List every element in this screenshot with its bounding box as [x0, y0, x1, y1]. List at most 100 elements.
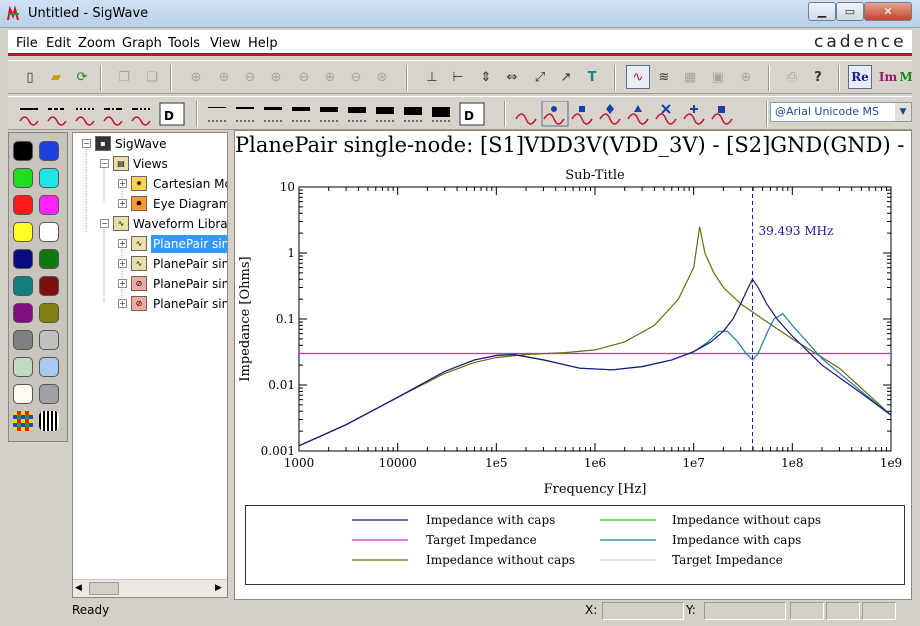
copy-icon[interactable]: ❐ — [112, 65, 136, 89]
zoom-y-icon[interactable]: ⊖ — [292, 65, 316, 89]
chevron-down-icon[interactable]: ▼ — [895, 103, 911, 121]
status-field — [862, 602, 896, 620]
color-swatch[interactable] — [39, 249, 59, 269]
color-swatch[interactable] — [39, 303, 59, 323]
menu-tools[interactable]: Tools — [168, 36, 200, 51]
color-swatch[interactable] — [13, 168, 33, 188]
paste-icon[interactable]: ❏ — [140, 65, 164, 89]
waveform-view-icon[interactable]: ∿ — [626, 65, 650, 89]
cadence-logo: cadence — [814, 32, 907, 52]
zoom-fit-icon[interactable]: ⊕ — [184, 65, 208, 89]
font-selector[interactable]: @Arial Unicode MS ▼ — [770, 102, 912, 122]
tree-waveform-item[interactable]: PlanePair sing — [153, 275, 227, 293]
menu-edit[interactable]: Edit — [46, 36, 71, 51]
menu-bar: File Edit Zoom Graph Tools View Help cad… — [8, 30, 912, 56]
menu-help[interactable]: Help — [248, 36, 278, 51]
tree-horizontal-scrollbar[interactable]: ◀ ▶ — [73, 579, 227, 597]
collapse-root-icon[interactable]: − — [82, 139, 91, 148]
custom-colors-icon[interactable] — [39, 411, 59, 431]
text-tool-button[interactable]: T — [580, 65, 604, 89]
more-colors-icon[interactable] — [13, 411, 33, 431]
color-swatch[interactable] — [13, 141, 33, 161]
tree-eye-diagram[interactable]: Eye Diagram — [153, 195, 227, 213]
tree-root[interactable]: SigWave — [115, 135, 167, 153]
waveform-icon: ∿ — [131, 256, 147, 271]
collapse-library-icon[interactable]: − — [100, 219, 109, 228]
tree-views[interactable]: Views — [133, 155, 168, 173]
scroll-left-icon[interactable]: ◀ — [75, 583, 82, 593]
color-swatch[interactable] — [39, 195, 59, 215]
color-swatch[interactable] — [39, 222, 59, 242]
color-swatch[interactable] — [39, 357, 59, 377]
collapse-views-icon[interactable]: − — [100, 159, 109, 168]
marker-style-icons[interactable] — [512, 101, 742, 127]
zoom-in-icon[interactable]: ⊕ — [212, 65, 236, 89]
color-swatch[interactable] — [13, 195, 33, 215]
magnitude-button[interactable]: M — [900, 65, 912, 89]
menu-file[interactable]: File — [16, 36, 38, 51]
waveform-tree: − ▪ SigWave − ▤ Views + ✷ Cartesian Mc +… — [72, 132, 228, 598]
polar-icon[interactable]: ⊕ — [734, 65, 758, 89]
marker-horizontal-icon[interactable]: ⇔ — [500, 65, 524, 89]
color-swatch[interactable] — [13, 276, 33, 296]
expand-waveform-icon[interactable]: + — [118, 299, 127, 308]
menu-graph[interactable]: Graph — [122, 36, 162, 51]
line-style-icons[interactable]: D — [16, 101, 192, 127]
status-field — [790, 602, 824, 620]
expand-cartesian-icon[interactable]: + — [118, 179, 127, 188]
help-icon[interactable]: ? — [806, 65, 830, 89]
tree-waveform-item[interactable]: PlanePair sing — [151, 235, 227, 253]
chart-subtitle: Sub-Title — [565, 168, 625, 183]
expand-eye-icon[interactable]: + — [118, 199, 127, 208]
impedance-chart[interactable]: Sub-Title 1000 10000 1e5 1e6 1e7 1e8 1e9 0.001 0.… — [235, 131, 912, 501]
menu-view[interactable]: View — [210, 36, 241, 51]
real-part-button[interactable]: Re — [848, 65, 872, 89]
expand-waveform-icon[interactable]: + — [118, 279, 127, 288]
tree-waveform-item[interactable]: PlanePair sing — [153, 255, 227, 273]
legend-entry: Impedance with caps — [426, 513, 555, 527]
expand-waveform-icon[interactable]: + — [118, 259, 127, 268]
color-swatch[interactable] — [39, 141, 59, 161]
marker-down-icon[interactable]: ⊥ — [420, 65, 444, 89]
imag-part-button[interactable]: Im — [876, 65, 900, 89]
color-swatch[interactable] — [13, 222, 33, 242]
color-swatch[interactable] — [39, 168, 59, 188]
color-swatch[interactable] — [13, 384, 33, 404]
zoom-area-icon[interactable]: ⊕ — [318, 65, 342, 89]
color-swatch[interactable] — [13, 357, 33, 377]
marker-vertical-icon[interactable]: ⇕ — [474, 65, 498, 89]
color-swatch[interactable] — [13, 249, 33, 269]
series-line — [298, 278, 892, 447]
tree-cartesian[interactable]: Cartesian Mc — [153, 175, 227, 193]
scroll-right-icon[interactable]: ▶ — [215, 583, 222, 593]
y-tick-label: 10 — [280, 180, 295, 194]
marker-left-icon[interactable]: ⊢ — [446, 65, 470, 89]
diagonal-icon[interactable]: ⤢ — [528, 65, 552, 89]
expand-waveform-icon[interactable]: + — [118, 239, 127, 248]
color-swatch[interactable] — [39, 276, 59, 296]
close-button[interactable]: ✕ — [864, 2, 912, 21]
maximize-button[interactable]: ▭ — [836, 2, 864, 21]
zoom-prev-icon[interactable]: ⊖ — [344, 65, 368, 89]
zoom-reset-icon[interactable]: ⊛ — [370, 65, 394, 89]
color-swatch[interactable] — [13, 303, 33, 323]
zoom-x-icon[interactable]: ⊕ — [264, 65, 288, 89]
eye-view-icon[interactable]: ≋ — [652, 65, 676, 89]
histogram-icon[interactable]: ▦ — [678, 65, 702, 89]
corner-arrow-icon[interactable]: ↗ — [554, 65, 578, 89]
print-icon[interactable]: ⎙ — [780, 65, 804, 89]
tree-waveform-item[interactable]: PlanePair sing — [153, 295, 227, 313]
color-swatch[interactable] — [39, 384, 59, 404]
refresh-icon[interactable]: ⟳ — [70, 65, 94, 89]
line-width-icons[interactable]: D — [204, 101, 488, 127]
open-folder-icon[interactable]: ▰ — [44, 65, 68, 89]
color-swatch[interactable] — [39, 330, 59, 350]
color-swatch[interactable] — [13, 330, 33, 350]
tree-waveform-library[interactable]: Waveform Libra — [133, 215, 227, 233]
zoom-out-icon[interactable]: ⊖ — [238, 65, 262, 89]
new-file-icon[interactable]: ▯ — [18, 65, 42, 89]
menu-zoom[interactable]: Zoom — [78, 36, 115, 51]
minimize-button[interactable]: ▁ — [808, 2, 836, 21]
smith-icon[interactable]: ▣ — [706, 65, 730, 89]
scroll-thumb[interactable] — [89, 582, 119, 595]
